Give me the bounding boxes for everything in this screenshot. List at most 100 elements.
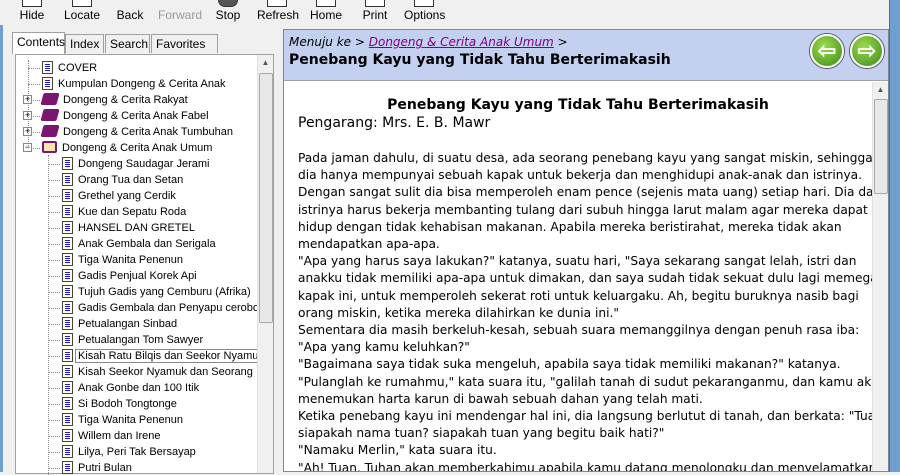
tree-item[interactable]: Si Bodoh Tongtonge: [62, 396, 177, 412]
tree-item[interactable]: Gadis Penjual Korek Api: [62, 268, 197, 284]
tree-item[interactable]: Grethel yang Cerdik: [62, 188, 176, 204]
page-icon: [62, 333, 73, 346]
toolbar: Hide Locate Back Forward Stop Refresh Ho…: [0, 0, 889, 25]
tree-item-label: Tujuh Gadis yang Cemburu (Afrika): [78, 286, 251, 298]
tree-item[interactable]: Willem dan Irene: [62, 428, 161, 444]
home-button[interactable]: Home: [310, 0, 342, 25]
tree-item-label: Tiga Wanita Penenun: [78, 254, 183, 266]
article-line: kapak ini, untuk memperoleh sekerat roti…: [298, 288, 859, 303]
page-icon: [42, 77, 53, 90]
tree-connector: [48, 324, 60, 325]
tree-item[interactable]: Gadis Gembala dan Penyapu cerobong: [62, 300, 260, 316]
tree-item[interactable]: Lilya, Peri Tak Bersayap: [62, 444, 196, 460]
tree-connector: [48, 436, 60, 437]
tree-connector: [48, 468, 60, 469]
tree-item[interactable]: HANSEL DAN GRETEL: [62, 220, 195, 236]
article-body: Pada jaman dahulu, di suatu desa, ada se…: [298, 150, 872, 471]
tree-item[interactable]: Tiga Wanita Penenun: [62, 412, 183, 428]
page-icon: [62, 301, 73, 314]
tree-scrollbar[interactable]: ▲: [257, 55, 273, 473]
tab-index[interactable]: Index: [65, 34, 104, 53]
tree-item[interactable]: Petualangan Tom Sawyer: [62, 332, 203, 348]
tree-item[interactable]: Petualangan Sinbad: [62, 316, 177, 332]
tree-item-label: Kue dan Sepatu Roda: [78, 206, 187, 218]
tree-item[interactable]: Kumpulan Dongeng & Cerita Anak: [42, 76, 226, 92]
scroll-up-icon[interactable]: ▲: [258, 55, 273, 71]
article-line: "Pulanglah ke rumahmu," kata suara itu, …: [298, 374, 872, 389]
tree-item[interactable]: Tujuh Gadis yang Cemburu (Afrika): [62, 284, 251, 300]
tree-item-label: Dongeng & Cerita Anak Umum: [62, 142, 213, 154]
tab-contents[interactable]: Contents: [12, 32, 65, 54]
tree-connector: [48, 420, 60, 421]
tree-item-label: Kisah Ratu Bilqis dan Seekor Nyamuk: [75, 349, 260, 363]
article-line: "Apa yang harus saya lakukan?" katanya, …: [298, 254, 857, 269]
tree-item-label: Dongeng Saudagar Jerami: [78, 158, 210, 170]
tree-item[interactable]: Dongeng & Cerita Anak Umum: [42, 140, 212, 156]
tree-item[interactable]: Dongeng & Cerita Anak Fabel: [40, 108, 209, 124]
tree-item[interactable]: Kisah Ratu Bilqis dan Seekor Nyamuk: [62, 348, 260, 364]
home-icon: [316, 0, 336, 7]
page-icon: [62, 413, 73, 426]
tree-connector: [48, 452, 60, 453]
tree-item[interactable]: Anak Gembala dan Serigala: [62, 236, 216, 252]
article-line: dia hanya mempunyai sebuah kapak untuk b…: [298, 168, 863, 183]
article-line: anakku tidak memiliki apa-apa untuk dima…: [298, 271, 872, 286]
tree-connector: [48, 292, 60, 293]
tree-item[interactable]: Dongeng Saudagar Jerami: [62, 156, 209, 172]
tree-connector: [48, 228, 60, 229]
back-icon: [120, 0, 140, 7]
article-line: Ketika penebang kayu ini mendengar hal i…: [298, 409, 872, 424]
locate-button[interactable]: Locate: [62, 0, 102, 25]
tree-item-label: Gadis Penjual Korek Api: [78, 270, 197, 282]
breadcrumb-link[interactable]: Dongeng & Cerita Anak Umum: [369, 35, 554, 49]
tree-item[interactable]: Kue dan Sepatu Roda: [62, 204, 186, 220]
scrollbar-thumb[interactable]: [259, 73, 273, 323]
tree-item[interactable]: Putri Bulan: [62, 460, 132, 475]
tree-item[interactable]: COVER: [42, 60, 97, 76]
page-title: Penebang Kayu yang Tidak Tahu Berterimak…: [289, 52, 671, 68]
tree-item[interactable]: Tiga Wanita Penenun: [62, 252, 183, 268]
page-icon: [42, 61, 53, 74]
tree-connector: [48, 308, 60, 309]
scrollbar-thumb[interactable]: [874, 99, 888, 194]
tree-item[interactable]: Dongeng & Cerita Rakyat: [40, 92, 188, 108]
tree-item[interactable]: Dongeng & Cerita Anak Tumbuhan: [40, 124, 233, 140]
book-icon: [40, 109, 60, 121]
tree-connector: [48, 180, 60, 181]
tree-item-label: Gadis Gembala dan Penyapu cerobong: [78, 302, 260, 314]
tree-item[interactable]: Anak Gonbe dan 100 Itik: [62, 380, 199, 396]
tree-item-label: Petualangan Tom Sawyer: [78, 334, 204, 346]
tree-connector: [48, 260, 60, 261]
tree-item-label: Petualangan Sinbad: [78, 318, 178, 330]
tree-connector: [48, 388, 60, 389]
forward-button[interactable]: Forward: [158, 0, 202, 25]
article-line: "Namaku Merlin," kata suara itu.: [298, 443, 497, 458]
page-icon: [62, 429, 73, 442]
stop-button[interactable]: Stop: [214, 0, 242, 25]
article-line: Sementara dia masih berkeluh-kesah, sebu…: [298, 323, 860, 338]
previous-topic-button[interactable]: ⇦: [810, 34, 844, 68]
scroll-up-icon[interactable]: ▲: [873, 82, 888, 98]
options-button[interactable]: Options: [404, 0, 445, 25]
content-scrollbar[interactable]: ▲: [872, 82, 888, 471]
page-icon: [62, 381, 73, 394]
hide-button[interactable]: Hide: [16, 0, 48, 25]
article-line: "Ah! Tuan, Tuhan akan memberkahimu apabi…: [298, 460, 872, 471]
tree-item[interactable]: Orang Tua dan Setan: [62, 172, 183, 188]
print-button[interactable]: Print: [362, 0, 388, 25]
tab-favorites[interactable]: Favorites: [151, 34, 218, 53]
tree-item[interactable]: Kisah Seekor Nyamuk dan Seorang: [62, 364, 253, 380]
next-topic-button[interactable]: ⇨: [850, 34, 884, 68]
contents-tree-panel: COVER Kumpulan Dongeng & Cerita Anak + Dong…: [15, 54, 274, 475]
article-line: orang miskin, ketika mereka dilahirkan k…: [298, 305, 619, 320]
tree-item-label: Kisah Seekor Nyamuk dan Seorang: [78, 366, 253, 378]
print-icon: [365, 0, 385, 7]
article-title: Penebang Kayu yang Tidak Tahu Berterimak…: [387, 97, 769, 113]
refresh-button[interactable]: Refresh: [257, 0, 299, 25]
article-line: "Bagaimana saya tidak suka mengeluh, apa…: [298, 357, 841, 372]
tree-item-label: Anak Gembala dan Serigala: [78, 238, 216, 250]
back-button[interactable]: Back: [115, 0, 145, 25]
tab-search[interactable]: Search: [105, 34, 150, 53]
tree-item-label: Si Bodoh Tongtonge: [78, 398, 177, 410]
page-icon: [62, 237, 73, 250]
